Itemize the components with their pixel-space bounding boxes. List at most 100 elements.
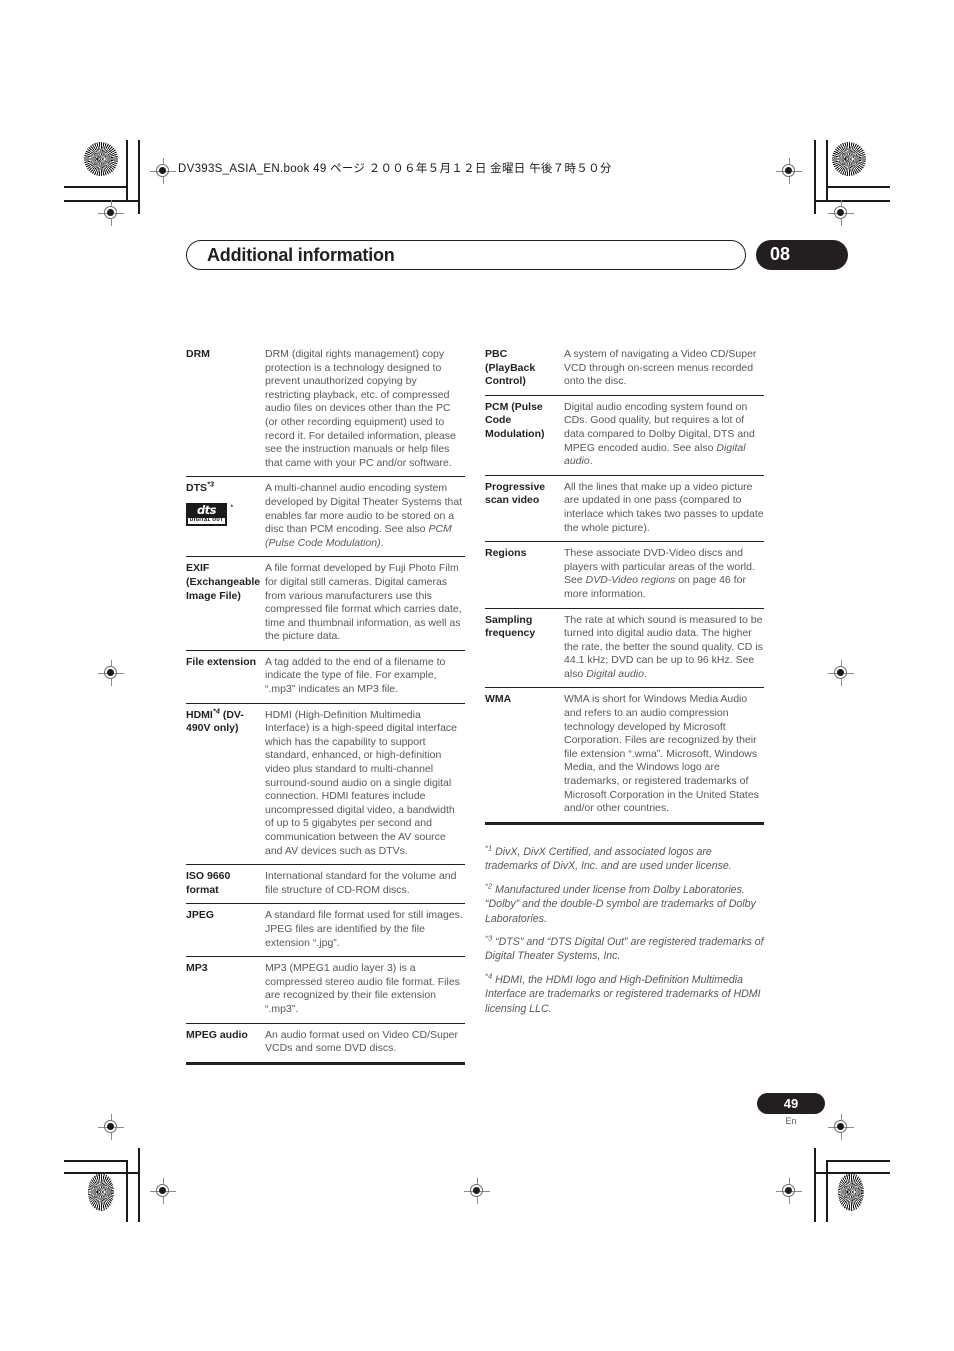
crop-line-bottom-left-h [64, 1160, 128, 1162]
print-file-header: DV393S_ASIA_EN.book 49 ページ ２００６年５月１２日 金曜… [178, 163, 612, 175]
dts-logo-wordmark: dts [196, 502, 217, 517]
glossary-entry-pbc: PBC (PlayBack Control) A system of navig… [485, 348, 764, 395]
glossary-definition: DRM (digital rights management) copy pro… [265, 348, 456, 469]
crop-line-bottom-right-v [826, 1160, 828, 1222]
glossary-entry-drm: DRM DRM (digital rights management) copy… [186, 348, 465, 476]
registration-mark-top-right [776, 158, 802, 184]
glossary-definition: A multi-channel audio encoding system de… [265, 482, 465, 550]
color-registration-bullet-top-right [832, 142, 866, 176]
glossary-term: MPEG audio [186, 1028, 248, 1041]
definition-cross-reference: Digital audio [586, 667, 644, 680]
footnote-2: *2 Manufactured under license from Dolby… [485, 882, 764, 926]
glossary-term: ISO 9660 format [186, 870, 231, 896]
glossary-definition: A tag added to the end of a filename to … [265, 655, 446, 696]
footnote-text: DivX, DivX Certified, and associated log… [485, 846, 732, 873]
footnotes-block: *1 DivX, DivX Certified, and associated … [485, 844, 764, 1025]
footnote-text: HDMI, the HDMI logo and High-Definition … [485, 973, 761, 1015]
glossary-entry-hdmi: HDMI*4 (DV-490V only) HDMI (High-Definit… [186, 702, 465, 865]
registration-mark-left-upper [98, 200, 124, 226]
definition-part-b: . [380, 536, 384, 549]
crop-line-bottom-left-h2 [64, 1172, 140, 1174]
registration-mark-right-upper [828, 200, 854, 226]
glossary-definition: A standard file format used for still im… [265, 909, 463, 949]
footnote-text: “DTS” and “DTS Digital Out” are register… [485, 936, 764, 963]
glossary-entry-regions: Regions These associate DVD-Video discs … [485, 541, 764, 607]
glossary-term-footnote-marker: *4 [212, 706, 220, 716]
glossary-term: PBC (PlayBack Control) [485, 348, 536, 388]
glossary-term: PCM (Pulse Code Modulation) [485, 400, 545, 440]
page-number: 49 [757, 1093, 825, 1114]
color-registration-bullet-top-left [84, 142, 118, 176]
glossary-entry-dts: DTS*3 dts DIGITAL OUT * A multi-channel … [186, 476, 465, 556]
page-title: Additional information [207, 245, 395, 265]
definition-cross-reference: DVD-Video regions [585, 574, 676, 587]
glossary-definition: The rate at which sound is measured to b… [564, 614, 764, 682]
registration-mark-top-left [150, 158, 176, 184]
glossary-term-label: HDMI [186, 708, 213, 721]
page-language-code: En [785, 1116, 797, 1126]
definition-part-b: . [589, 455, 593, 468]
glossary-term: Regions [485, 547, 527, 560]
crop-line-bottom-left-v2 [138, 1148, 140, 1222]
registration-mark-right-lower [828, 1114, 854, 1140]
registration-mark-bottom-center [464, 1178, 490, 1204]
crop-line-bottom-right-v2 [814, 1148, 816, 1222]
glossary-definition: Digital audio encoding system found on C… [564, 401, 764, 469]
glossary-term-label: DTS [186, 482, 207, 495]
crop-line-bottom-left-v [126, 1160, 128, 1222]
crop-line-bottom-right-h2 [814, 1172, 890, 1174]
glossary-term: WMA [485, 693, 512, 706]
glossary-term: File extension [186, 655, 257, 668]
crop-line-top-right-v [826, 140, 828, 200]
glossary-entry-iso9660: ISO 9660 format International standard f… [186, 864, 465, 903]
glossary-definition: A file format developed by Fuji Photo Fi… [265, 562, 462, 643]
registration-mark-left-lower [98, 1114, 124, 1140]
glossary-definition: A system of navigating a Video CD/Super … [564, 348, 757, 388]
page-footer: 49 En [757, 1093, 825, 1126]
chapter-title-pill: Additional information [186, 240, 746, 270]
glossary-definition: These associate DVD-Video discs and play… [564, 547, 764, 601]
chapter-number: 08 [770, 244, 791, 264]
registration-mark-left-middle [98, 660, 124, 686]
dts-logo-trademark-mark: * [230, 504, 233, 511]
footnote-4: *4 HDMI, the HDMI logo and High-Definiti… [485, 972, 764, 1016]
glossary-term: Sampling frequency [485, 613, 536, 640]
footnote-text: Manufactured under license from Dolby La… [485, 883, 756, 925]
glossary-entry-mpeg-audio: MPEG audio An audio format used on Video… [186, 1022, 465, 1065]
chapter-number-badge: 08 [756, 240, 848, 270]
registration-mark-bottom-left [150, 1178, 176, 1204]
glossary-column-left: DRM DRM (digital rights management) copy… [186, 348, 465, 1065]
glossary-definition: MP3 (MPEG1 audio layer 3) is a compresse… [265, 962, 460, 1015]
glossary-definition: All the lines that make up a video pictu… [564, 480, 764, 534]
glossary-entry-jpeg: JPEG A standard file format used for sti… [186, 903, 465, 956]
glossary-term: HDMI*4 (DV-490V only) [186, 706, 265, 859]
glossary-column-right: PBC (PlayBack Control) A system of navig… [485, 348, 764, 825]
glossary-term: DTS*3 dts DIGITAL OUT * [186, 481, 265, 550]
color-registration-bullet-bottom-left [88, 1173, 114, 1211]
footnote-3: *3 “DTS” and “DTS Digital Out” are regis… [485, 934, 764, 964]
glossary-term: Progressive scan video [485, 480, 546, 507]
glossary-definition: International standard for the volume an… [265, 870, 457, 896]
dts-digital-out-logo: dts DIGITAL OUT * [186, 502, 233, 526]
dts-logo-subtitle: DIGITAL OUT [188, 517, 225, 524]
glossary-term: DRM [186, 348, 210, 360]
crop-line-top-right-h [826, 186, 890, 188]
crop-line-top-right-v2 [814, 140, 816, 214]
glossary-entry-exif: EXIF (Exchangeable Image File) A file fo… [186, 556, 465, 650]
chapter-header: Additional information 08 [186, 240, 848, 270]
glossary-entry-progressive-scan-video: Progressive scan video All the lines tha… [485, 474, 764, 541]
glossary-entry-wma: WMA WMA is short for Windows Media Audio… [485, 687, 764, 825]
crop-line-top-left-h [64, 186, 128, 188]
glossary-term: JPEG [186, 909, 215, 922]
glossary-term: MP3 [186, 962, 208, 975]
glossary-definition: An audio format used on Video CD/Super V… [265, 1028, 459, 1055]
crop-line-bottom-right-h [826, 1160, 890, 1162]
glossary-entry-pcm: PCM (Pulse Code Modulation) Digital audi… [485, 394, 764, 475]
registration-mark-right-middle [828, 660, 854, 686]
glossary-definition: HDMI (High-Definition Multimedia Interfa… [265, 708, 458, 857]
crop-line-top-left-v2 [138, 140, 140, 214]
glossary-term: EXIF (Exchangeable Image File) [186, 562, 261, 602]
color-registration-bullet-bottom-right [838, 1173, 864, 1211]
registration-mark-bottom-right [776, 1178, 802, 1204]
glossary-entry-mp3: MP3 MP3 (MPEG1 audio layer 3) is a compr… [186, 956, 465, 1022]
